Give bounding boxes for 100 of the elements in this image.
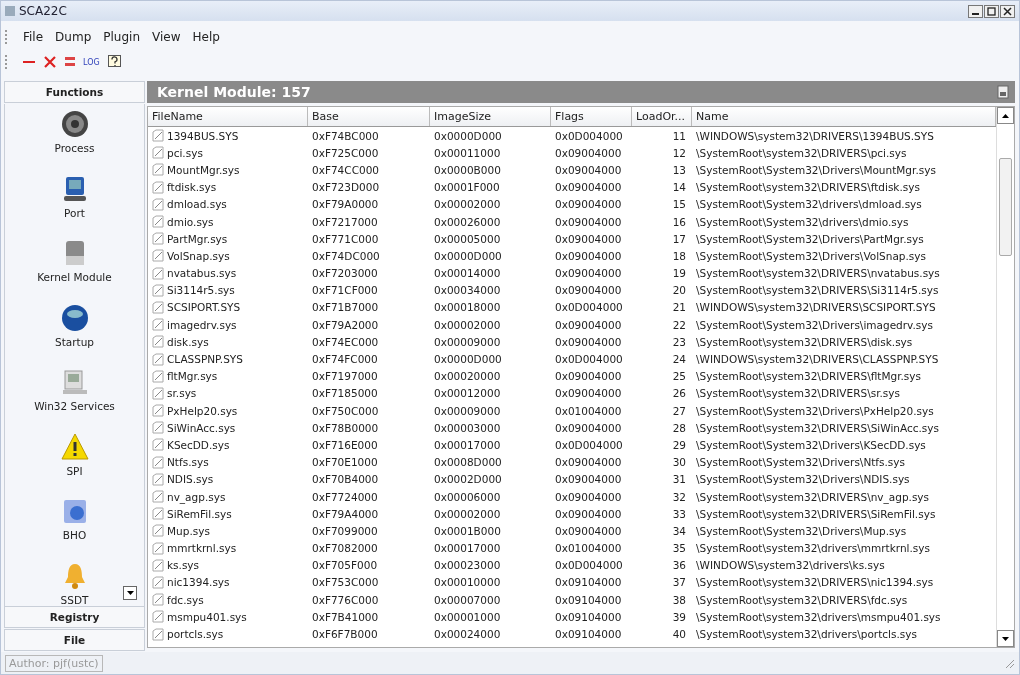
table-cell: SCSIPORT.SYS	[167, 301, 241, 314]
resize-grip-icon[interactable]	[1003, 657, 1015, 669]
file-icon	[152, 472, 164, 486]
table-cell: 0xF723D000	[312, 181, 380, 194]
sidebar-item[interactable]: Port	[5, 168, 144, 233]
menu-item[interactable]: View	[148, 30, 185, 44]
table-cell: 0xF6F7B000	[312, 628, 378, 641]
file-icon	[152, 575, 164, 589]
table-cell: 0x0D004000	[555, 129, 623, 142]
table-cell: \SystemRoot\system32\DRIVERS\SiWinAcc.sys	[696, 421, 939, 434]
table-cell: MountMgr.sys	[167, 163, 240, 176]
table-cell: 0xF7217000	[312, 215, 378, 228]
section-header[interactable]: Registry	[4, 606, 145, 628]
caret-icon	[1002, 113, 1009, 118]
table-cell: 0x09004000	[555, 507, 622, 520]
column-header[interactable]: Flags	[551, 107, 632, 126]
sidebar-item[interactable]: SSDT	[5, 555, 144, 606]
table-cell: 11	[672, 129, 686, 142]
table-cell: NDIS.sys	[167, 473, 214, 486]
table-cell: 0x01004000	[555, 404, 622, 417]
table-cell: disk.sys	[167, 335, 209, 348]
table-cell: 0x0D004000	[555, 301, 623, 314]
table-cell: 35	[672, 542, 686, 555]
menu-item[interactable]: Dump	[51, 30, 96, 44]
table-cell: 34	[672, 524, 686, 537]
scroll-thumb[interactable]	[999, 158, 1012, 256]
file-icon	[152, 524, 164, 538]
menu-item[interactable]: Help	[188, 30, 224, 44]
table-cell: 0x09004000	[555, 473, 622, 486]
file-icon	[152, 300, 164, 314]
column-header[interactable]: Base	[308, 107, 430, 126]
section-header[interactable]: Functions	[4, 81, 145, 103]
sidebar-item[interactable]: BHO	[5, 491, 144, 556]
table-cell: 0x00024000	[434, 628, 501, 641]
scroll-down-button[interactable]	[123, 586, 137, 600]
table-cell: \SystemRoot\System32\Drivers\PxHelp20.sys	[696, 404, 934, 417]
log-button[interactable]: LOG	[83, 57, 100, 67]
table-cell: 0x09004000	[555, 284, 622, 297]
table-cell: Ntfs.sys	[167, 456, 209, 469]
file-icon	[152, 490, 164, 504]
table-cell: 0x00005000	[434, 232, 501, 245]
table-cell: 0x09004000	[555, 318, 622, 331]
table-cell: 0x0002D000	[434, 473, 502, 486]
table-cell: 0x09004000	[555, 490, 622, 503]
table-cell: 0x00017000	[434, 542, 501, 555]
table-cell: 0xF7185000	[312, 387, 378, 400]
warning-icon	[59, 431, 90, 462]
window-title: SCA22C	[19, 4, 67, 18]
table-cell: 0xF753C000	[312, 576, 379, 589]
menu-item[interactable]: File	[19, 30, 48, 44]
table-cell: 25	[672, 370, 686, 383]
table-cell: \SystemRoot\system32\DRIVERS\sr.sys	[696, 387, 900, 400]
section-header[interactable]: File	[4, 629, 145, 651]
table-cell: 38	[672, 593, 686, 606]
table-cell: mmrtkrnl.sys	[167, 542, 237, 555]
table-cell: 0x00026000	[434, 215, 501, 228]
sidebar-item[interactable]: Kernel Module	[5, 233, 144, 298]
file-icon	[152, 197, 164, 211]
sidebar-item[interactable]: Startup	[5, 297, 144, 362]
file-icon	[152, 352, 164, 366]
table-cell: 0xF74CC000	[312, 163, 379, 176]
column-header[interactable]: LoadOr...	[632, 107, 692, 126]
table-cell: 0x0001F000	[434, 181, 500, 194]
close-button[interactable]	[1000, 4, 1015, 18]
close-icon	[1003, 6, 1012, 16]
table-cell: 0x09104000	[555, 628, 622, 641]
scroll-up-button[interactable]	[997, 107, 1014, 124]
maximize-button[interactable]	[984, 4, 999, 18]
table-cell: 0x00002000	[434, 198, 501, 211]
table-cell: 0x00002000	[434, 318, 501, 331]
menu-item[interactable]: Plugin	[99, 30, 144, 44]
help-icon[interactable]	[106, 54, 123, 70]
close-icon[interactable]	[43, 55, 57, 69]
table-cell: PxHelp20.sys	[167, 404, 238, 417]
table-cell: 0xF725C000	[312, 146, 379, 159]
gear-icon	[59, 109, 90, 139]
minimize-button[interactable]	[968, 4, 983, 18]
sidebar-item[interactable]: SPI	[5, 426, 144, 491]
file-icon	[152, 129, 164, 143]
table-cell: 26	[672, 387, 686, 400]
file-icon	[152, 249, 164, 263]
table-cell: PartMgr.sys	[167, 232, 228, 245]
sidebar-item[interactable]: Process	[5, 104, 144, 169]
table-cell: \WINDOWS\system32\DRIVERS\1394BUS.SYS	[696, 129, 934, 142]
table-cell: 27	[672, 404, 686, 417]
table-cell: \SystemRoot\System32\Drivers\PartMgr.sys	[696, 232, 924, 245]
file-icon	[152, 318, 164, 332]
table-cell: 0x09004000	[555, 456, 622, 469]
file-icon	[152, 146, 164, 160]
column-header[interactable]: FileName	[148, 107, 308, 126]
scroll-down-button[interactable]	[997, 630, 1014, 647]
table-cell: 0x00007000	[434, 593, 501, 606]
sidebar-item[interactable]: Win32 Services	[5, 362, 144, 427]
table-cell: 0xF705F000	[312, 559, 378, 572]
table-cell: Si3114r5.sys	[167, 284, 235, 297]
caret-icon	[1002, 636, 1009, 641]
table-cell: 0x00011000	[434, 146, 501, 159]
panel-title: Kernel Module: 157	[157, 84, 311, 100]
column-header[interactable]: ImageSize	[430, 107, 551, 126]
column-header[interactable]: Name	[692, 107, 996, 126]
